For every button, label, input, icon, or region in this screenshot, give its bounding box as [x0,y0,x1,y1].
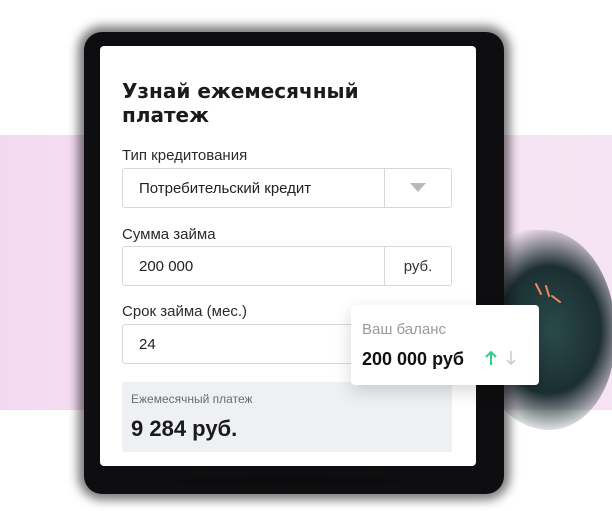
loan-amount-value: 200 000 [139,258,194,275]
card-title: Узнай ежемесячный платеж [122,79,359,127]
balance-value: 200 000 руб [362,349,464,369]
credit-type-dropdown-button[interactable] [384,169,451,207]
monthly-payment-label: Ежемесячный платеж [131,392,253,406]
monthly-payment-value: 9 284 руб. [131,416,238,441]
balance-label: Ваш баланс [362,321,447,338]
loan-amount-input[interactable]: 200 000 руб. [122,246,452,286]
triangle-down-icon [410,183,426,192]
loan-term-value: 24 [139,336,156,353]
credit-type-value: Потребительский кредит [139,180,312,197]
balance-card: Ваш баланс 200 000 руб [351,305,539,385]
arrow-down-icon [506,351,516,366]
loan-amount-label: Сумма займа [122,226,216,243]
card-shadow [100,475,472,487]
arrow-up-icon [485,350,497,365]
monthly-payment-panel: Ежемесячный платеж 9 284 руб. [122,382,452,452]
credit-type-label: Тип кредитования [122,147,248,164]
payment-calculator-card: Узнай ежемесячный платеж Тип кредитовани… [100,46,476,466]
loan-amount-unit: руб. [384,247,451,285]
credit-type-select[interactable]: Потребительский кредит [122,168,452,208]
loan-term-label: Срок займа (мес.) [122,303,247,320]
